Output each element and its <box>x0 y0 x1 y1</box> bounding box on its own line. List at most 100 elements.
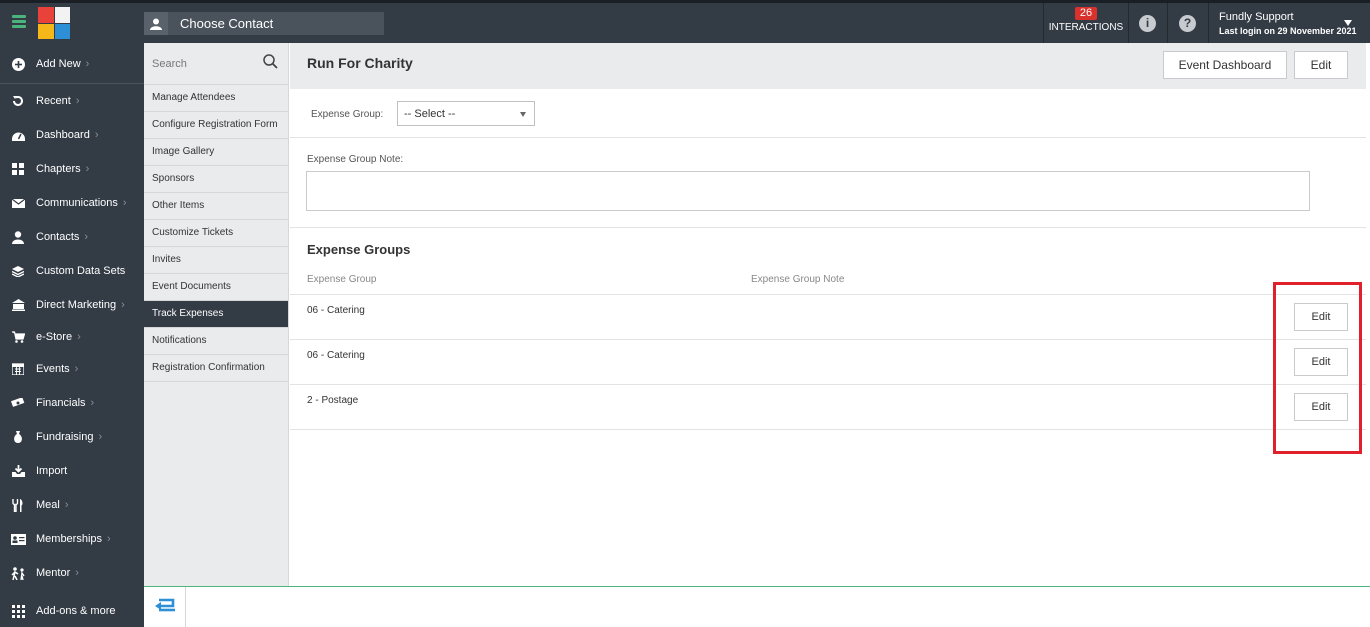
chevron-right-icon: › <box>85 163 90 175</box>
nav-item-label: Recent <box>36 95 71 107</box>
chevron-right-icon: › <box>84 231 89 243</box>
nav-item-add-ons[interactable]: Add-ons & more <box>0 596 144 626</box>
chevron-right-icon: › <box>75 567 79 579</box>
column-header-expense-group: Expense Group <box>307 274 377 285</box>
nav-item-label: Fundraising <box>36 431 94 443</box>
chevron-right-icon: › <box>98 431 103 443</box>
page-header: Run For Charity Event Dashboard Edit <box>290 43 1366 89</box>
user-name: Fundly Support <box>1219 11 1294 23</box>
nav-item-dashboard[interactable]: Dashboard › <box>0 120 144 150</box>
apps-icon <box>0 604 36 618</box>
nav-item-import[interactable]: Import <box>0 456 144 486</box>
top-bar: Choose Contact 26 INTERACTIONS i ? Fundl… <box>0 0 1370 43</box>
back-button[interactable] <box>144 587 186 627</box>
column-header-expense-group-note: Expense Group Note <box>751 274 845 285</box>
chevron-right-icon: › <box>121 299 125 311</box>
cutlery-icon <box>0 498 36 512</box>
event-dashboard-button[interactable]: Event Dashboard <box>1163 51 1287 79</box>
chevron-down-icon <box>520 112 526 117</box>
import-icon <box>0 465 36 477</box>
grid-icon <box>0 163 36 175</box>
nav-item-financials[interactable]: Financials › <box>0 388 144 418</box>
nav-item-label: Meal <box>36 499 60 511</box>
expense-group-note-field[interactable] <box>306 171 1310 211</box>
edit-event-button[interactable]: Edit <box>1294 51 1348 79</box>
nav-item-label: Contacts <box>36 231 80 243</box>
chevron-down-icon[interactable] <box>1344 20 1352 26</box>
subnav-item-configure-registration-form[interactable]: Configure Registration Form <box>144 112 288 139</box>
nav-item-label: Add New <box>36 58 81 70</box>
choose-contact-label: Choose Contact <box>180 16 274 31</box>
nav-item-label: Financials <box>36 397 86 409</box>
interactions-button[interactable]: 26 INTERACTIONS <box>1044 3 1128 43</box>
nav-item-chapters[interactable]: Chapters › <box>0 154 144 184</box>
expense-group-select-value: -- Select -- <box>404 107 456 120</box>
subnav-item-notifications[interactable]: Notifications <box>144 328 288 355</box>
subnav-item-event-documents[interactable]: Event Documents <box>144 274 288 301</box>
nav-item-communications[interactable]: Communications › <box>0 188 144 218</box>
expense-group-select[interactable]: -- Select -- <box>397 101 535 126</box>
nav-item-label: Add-ons & more <box>36 605 116 617</box>
subnav-item-image-gallery[interactable]: Image Gallery <box>144 139 288 166</box>
event-sub-navigation: Search Manage Attendees Configure Regist… <box>144 43 289 586</box>
nav-item-meal[interactable]: Meal › <box>0 490 144 520</box>
nav-item-contacts[interactable]: Contacts › <box>0 222 144 252</box>
nav-item-label: Mentor <box>36 567 71 579</box>
nav-item-memberships[interactable]: Memberships › <box>0 524 144 554</box>
search-icon[interactable] <box>263 53 278 74</box>
expense-group-cell: 06 - Catering <box>307 350 365 361</box>
subnav-item-track-expenses[interactable]: Track Expenses <box>144 301 288 328</box>
money-bag-icon <box>0 431 36 443</box>
nav-item-label: Communications <box>36 197 118 209</box>
app-logo[interactable] <box>38 7 70 39</box>
nav-item-recent[interactable]: Recent › <box>0 86 144 116</box>
nav-item-mentor[interactable]: Mentor › <box>0 558 144 588</box>
nav-item-label: Custom Data Sets <box>36 265 126 277</box>
search-input[interactable]: Search <box>152 58 263 70</box>
chevron-right-icon: › <box>64 499 69 511</box>
nav-item-label: e-Store <box>36 331 73 343</box>
nav-item-label: Import <box>36 465 68 477</box>
expense-group-note-label: Expense Group Note: <box>307 154 404 165</box>
subnav-item-other-items[interactable]: Other Items <box>144 193 288 220</box>
subnav-item-registration-confirmation[interactable]: Registration Confirmation <box>144 355 288 382</box>
chevron-right-icon: › <box>107 533 111 545</box>
menu-icon[interactable] <box>12 15 26 30</box>
cart-icon <box>0 331 36 343</box>
user-menu[interactable]: Fundly Support Last login on 29 November… <box>1219 11 1357 36</box>
layers-icon <box>0 265 36 277</box>
nav-item-events[interactable]: Events › <box>0 354 144 384</box>
mentor-icon <box>0 566 36 580</box>
nav-item-label: Dashboard <box>36 129 90 141</box>
chevron-right-icon: › <box>122 197 127 209</box>
person-icon <box>0 230 36 244</box>
search-box[interactable]: Search <box>144 43 288 85</box>
nav-item-label: Direct Marketing <box>36 299 117 311</box>
info-icon[interactable]: i <box>1139 15 1156 32</box>
plus-circle-icon <box>0 57 36 71</box>
expense-group-label: Expense Group: <box>311 109 384 120</box>
history-icon <box>0 95 36 107</box>
bottom-bar <box>144 586 1370 627</box>
subnav-item-manage-attendees[interactable]: Manage Attendees <box>144 85 288 112</box>
nav-item-e-store[interactable]: e-Store › <box>0 322 144 352</box>
expense-groups-heading: Expense Groups <box>307 242 411 257</box>
nav-item-direct-marketing[interactable]: Direct Marketing › <box>0 290 144 320</box>
back-arrow-icon <box>154 597 176 618</box>
nav-item-custom-data-sets[interactable]: Custom Data Sets <box>0 256 144 286</box>
chevron-right-icon: › <box>85 58 90 70</box>
highlight-box <box>1273 282 1362 454</box>
id-card-icon <box>0 533 36 545</box>
chevron-right-icon: › <box>74 363 79 375</box>
subnav-item-sponsors[interactable]: Sponsors <box>144 166 288 193</box>
help-icon[interactable]: ? <box>1179 15 1196 32</box>
subnav-item-customize-tickets[interactable]: Customize Tickets <box>144 220 288 247</box>
nav-item-fundraising[interactable]: Fundraising › <box>0 422 144 452</box>
interactions-count-badge: 26 <box>1074 7 1098 20</box>
nav-item-add-new[interactable]: Add New › <box>0 49 144 79</box>
last-login: Last login on 29 November 2021 <box>1219 26 1357 36</box>
nav-item-label: Chapters <box>36 163 81 175</box>
nav-item-label: Memberships <box>36 533 103 545</box>
subnav-item-invites[interactable]: Invites <box>144 247 288 274</box>
choose-contact-field[interactable]: Choose Contact <box>144 12 384 35</box>
